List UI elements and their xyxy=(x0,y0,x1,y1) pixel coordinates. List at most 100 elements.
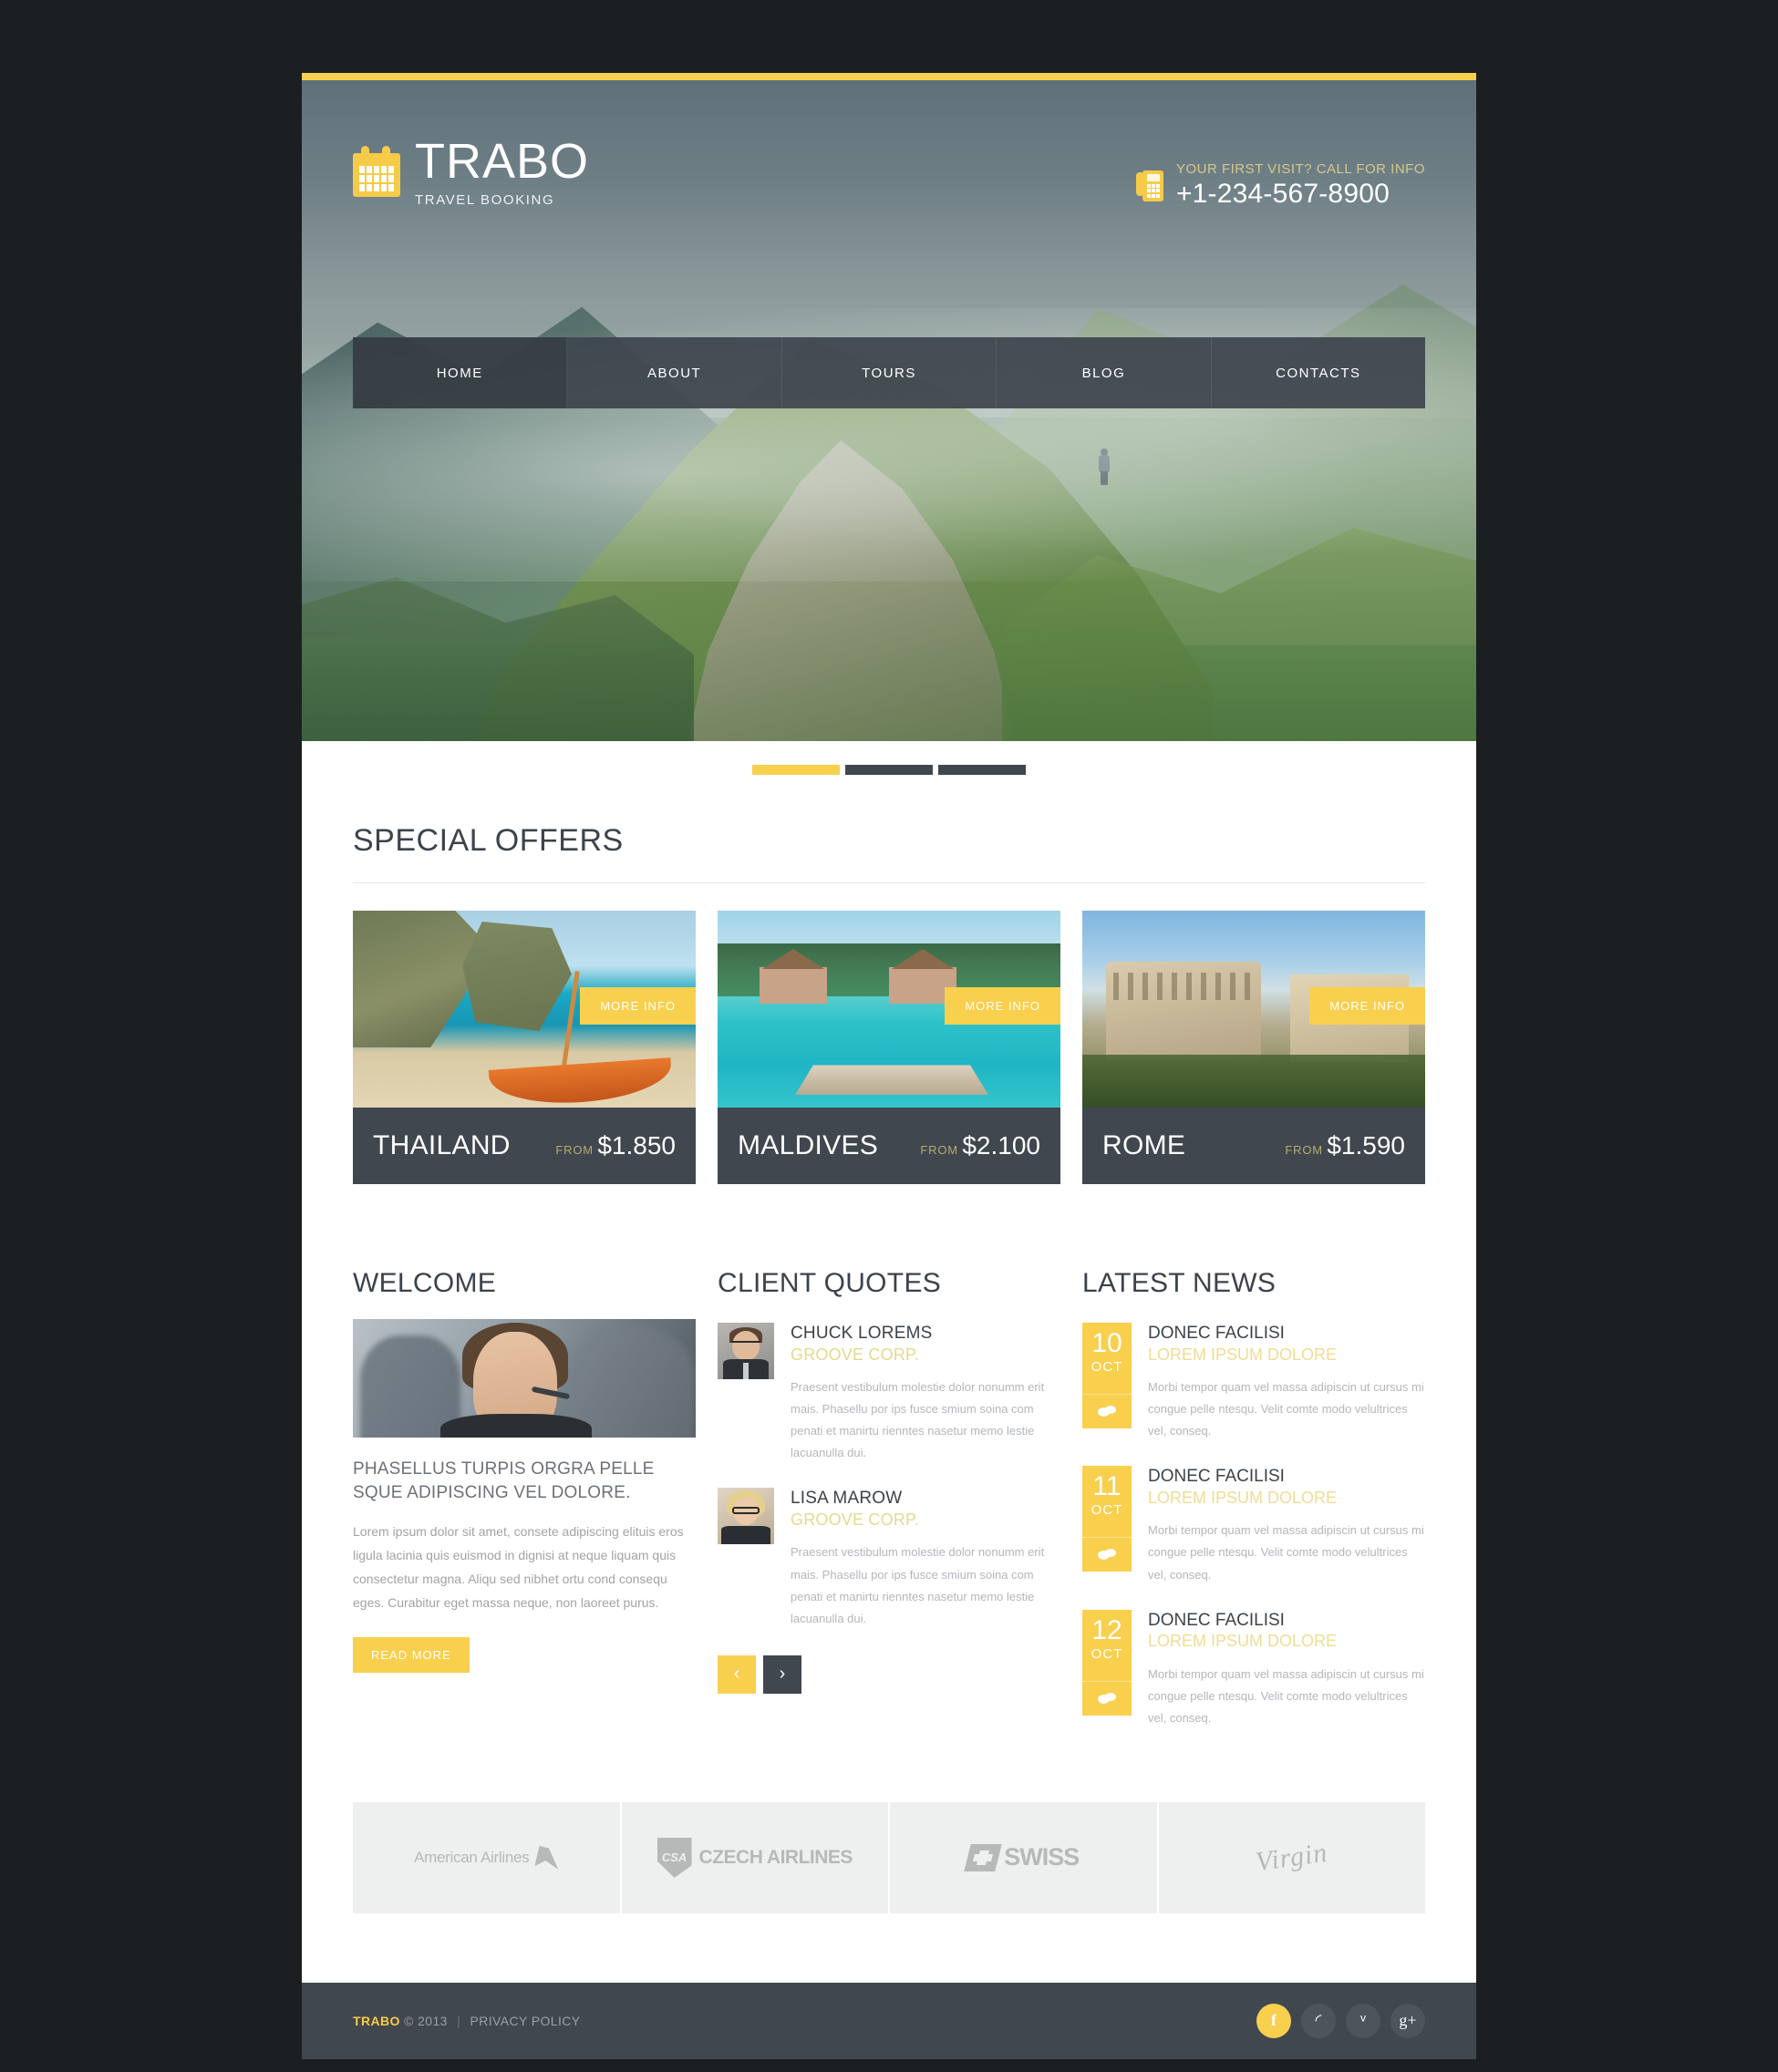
partner-logos: American Airlines CSA CZECH AIRLINES SWI… xyxy=(353,1801,1425,1913)
news-subtitle: LOREM IPSUM DOLORE xyxy=(1148,1632,1338,1651)
welcome-image xyxy=(353,1319,696,1438)
twitter-icon[interactable]: ᵛ xyxy=(1346,2003,1380,2038)
hero-slider[interactable]: TRABO TRAVEL BOOKING YOUR FIRST VISIT? C… xyxy=(302,80,1476,741)
special-offers-title: SPECIAL OFFERS xyxy=(353,823,624,858)
nav-item-contacts[interactable]: CONTACTS xyxy=(1211,337,1426,408)
offer-price: $1.590 xyxy=(1327,1130,1405,1160)
partner-virgin[interactable]: Virgin xyxy=(1158,1801,1425,1913)
offer-from-label: FROM xyxy=(555,1142,594,1157)
news-excerpt: Morbi tempor quam vel massa adipiscin ut… xyxy=(1148,1380,1424,1438)
header-contact[interactable]: YOUR FIRST VISIT? CALL FOR INFO +1-234-5… xyxy=(1135,161,1425,210)
quote-author-company: GROOVE CORP. xyxy=(791,1345,920,1364)
news-headline[interactable]: DONEC FACILISI xyxy=(1148,1323,1425,1345)
news-subtitle: LOREM IPSUM DOLORE xyxy=(1148,1489,1338,1508)
offer-card[interactable]: ROME FROM $1.590 MORE INFO xyxy=(1082,911,1425,1184)
slider-pagination[interactable] xyxy=(302,741,1476,798)
partner-swiss[interactable]: SWISS xyxy=(890,1801,1159,1913)
phone-number[interactable]: +1-234-567-8900 xyxy=(1176,179,1425,210)
news-subtitle: LOREM IPSUM DOLORE xyxy=(1148,1345,1338,1364)
main-navigation[interactable]: HOME ABOUT TOURS BLOG CONTACTS xyxy=(353,337,1426,408)
telephone-icon xyxy=(1135,170,1163,201)
welcome-column: WELCOME PHASELLUS TURPIS ORGRA PELLE SQU… xyxy=(353,1268,696,1729)
offer-from-label: FROM xyxy=(920,1142,958,1157)
nav-item-tours[interactable]: TOURS xyxy=(781,337,998,408)
rss-icon[interactable]: ◜ xyxy=(1301,2003,1336,2038)
news-excerpt: Morbi tempor quam vel massa adipiscin ut… xyxy=(1148,1666,1424,1725)
partner-label: American Airlines xyxy=(414,1848,530,1866)
latest-news-title: LATEST NEWS xyxy=(1082,1268,1277,1298)
slider-dot-1[interactable] xyxy=(752,764,840,775)
partner-label: SWISS xyxy=(1004,1843,1080,1871)
footer-privacy-link[interactable]: PRIVACY POLICY xyxy=(470,2014,580,2028)
site-footer: TRABO © 2013 | PRIVACY POLICY f ◜ ᵛ g+ xyxy=(302,1982,1476,2059)
comment-bubble-icon xyxy=(1082,1537,1132,1572)
google-plus-icon[interactable]: g+ xyxy=(1390,2003,1425,2038)
offer-more-info-button[interactable]: MORE INFO xyxy=(580,987,696,1025)
news-date-badge: 12 OCT xyxy=(1082,1609,1132,1716)
partner-label: CZECH AIRLINES xyxy=(698,1847,853,1869)
news-day: 10 xyxy=(1091,1328,1122,1358)
news-headline[interactable]: DONEC FACILISI xyxy=(1148,1466,1425,1488)
client-quotes-title: CLIENT QUOTES xyxy=(718,1268,942,1298)
slider-dot-3[interactable] xyxy=(938,764,1026,775)
slider-dot-2[interactable] xyxy=(845,764,933,775)
nav-item-about[interactable]: ABOUT xyxy=(567,337,782,408)
chevron-right-icon[interactable]: › xyxy=(763,1655,801,1694)
quote-author-company: GROOVE CORP. xyxy=(791,1510,920,1530)
quotes-navigation[interactable]: ‹ › xyxy=(718,1655,1060,1694)
news-day: 12 xyxy=(1091,1614,1122,1645)
news-month: OCT xyxy=(1091,1502,1123,1519)
news-month: OCT xyxy=(1091,1645,1123,1662)
czech-airlines-logo: CSA xyxy=(656,1837,692,1878)
brand-tagline: TRAVEL BOOKING xyxy=(415,192,555,208)
call-for-info-label: YOUR FIRST VISIT? CALL FOR INFO xyxy=(1175,161,1425,177)
calendar-icon xyxy=(353,146,400,197)
virgin-logo: Virgin xyxy=(1254,1837,1330,1878)
swiss-airlines-logo xyxy=(964,1843,1002,1871)
footer-social-links: f ◜ ᵛ g+ xyxy=(1256,2003,1425,2038)
news-headline[interactable]: DONEC FACILISI xyxy=(1148,1610,1425,1632)
offer-more-info-button[interactable]: MORE INFO xyxy=(1309,987,1425,1025)
news-item[interactable]: 12 OCT DONEC FACILISI LOREM IPSUM DOLORE… xyxy=(1082,1609,1425,1729)
offer-info-bar: MALDIVES FROM $2.100 xyxy=(718,1108,1060,1184)
partner-american-airlines[interactable]: American Airlines xyxy=(353,1801,622,1913)
news-date-badge: 11 OCT xyxy=(1082,1466,1132,1572)
offer-card[interactable]: MALDIVES FROM $2.100 MORE INFO xyxy=(718,911,1060,1184)
site-header: TRABO TRAVEL BOOKING YOUR FIRST VISIT? C… xyxy=(302,80,1476,279)
website-canvas: TRABO TRAVEL BOOKING YOUR FIRST VISIT? C… xyxy=(302,73,1476,2059)
news-date-badge: 10 OCT xyxy=(1082,1323,1132,1428)
chevron-left-icon[interactable]: ‹ xyxy=(718,1655,756,1694)
partner-czech-airlines[interactable]: CSA CZECH AIRLINES xyxy=(621,1801,890,1913)
avatar xyxy=(718,1488,774,1545)
site-logo[interactable]: TRABO TRAVEL BOOKING xyxy=(353,137,589,208)
offer-card[interactable]: THAILAND FROM $1.850 MORE INFO xyxy=(353,911,696,1184)
brand-name: TRABO xyxy=(415,134,590,189)
footer-copyright: TRABO © 2013 | PRIVACY POLICY xyxy=(353,2014,1256,2028)
news-item[interactable]: 11 OCT DONEC FACILISI LOREM IPSUM DOLORE… xyxy=(1082,1466,1425,1585)
welcome-body-text: Lorem ipsum dolor sit amet, consete adip… xyxy=(353,1524,684,1610)
facebook-icon[interactable]: f xyxy=(1256,2003,1291,2038)
news-month: OCT xyxy=(1091,1359,1123,1375)
quote-text: Praesent vestibulum molestie dolor nonum… xyxy=(791,1380,1045,1460)
client-quotes-column: CLIENT QUOTES CHUCK LOREMS GROOVE CORP. … xyxy=(718,1268,1060,1729)
footer-brand: TRABO xyxy=(353,2013,400,2028)
avatar xyxy=(718,1323,774,1379)
three-column-section: WELCOME PHASELLUS TURPIS ORGRA PELLE SQU… xyxy=(353,1268,1425,1729)
footer-separator: | xyxy=(457,2013,461,2028)
nav-item-home[interactable]: HOME xyxy=(353,337,568,408)
american-airlines-logo xyxy=(534,1845,559,1870)
offer-price: $1.850 xyxy=(597,1130,676,1160)
special-offers-list: THAILAND FROM $1.850 MORE INFO MALDIVES xyxy=(353,911,1425,1184)
offer-destination: THAILAND xyxy=(373,1130,511,1160)
welcome-heading: PHASELLUS TURPIS ORGRA PELLE SQUE ADIPIS… xyxy=(353,1459,655,1502)
offer-more-info-button[interactable]: MORE INFO xyxy=(945,987,1060,1025)
comment-bubble-icon xyxy=(1082,1394,1132,1428)
read-more-button[interactable]: READ MORE xyxy=(353,1636,470,1673)
latest-news-column: LATEST NEWS 10 OCT DONEC FACILISI LOREM … xyxy=(1082,1268,1425,1729)
quote-item: LISA MAROW GROOVE CORP. Praesent vestibu… xyxy=(718,1488,1060,1629)
nav-item-blog[interactable]: BLOG xyxy=(997,337,1212,408)
page-root: TRABO TRAVEL BOOKING YOUR FIRST VISIT? C… xyxy=(0,0,1778,2072)
news-item[interactable]: 10 OCT DONEC FACILISI LOREM IPSUM DOLORE… xyxy=(1082,1323,1425,1442)
section-divider xyxy=(353,882,1425,883)
offer-destination: MALDIVES xyxy=(738,1130,879,1160)
